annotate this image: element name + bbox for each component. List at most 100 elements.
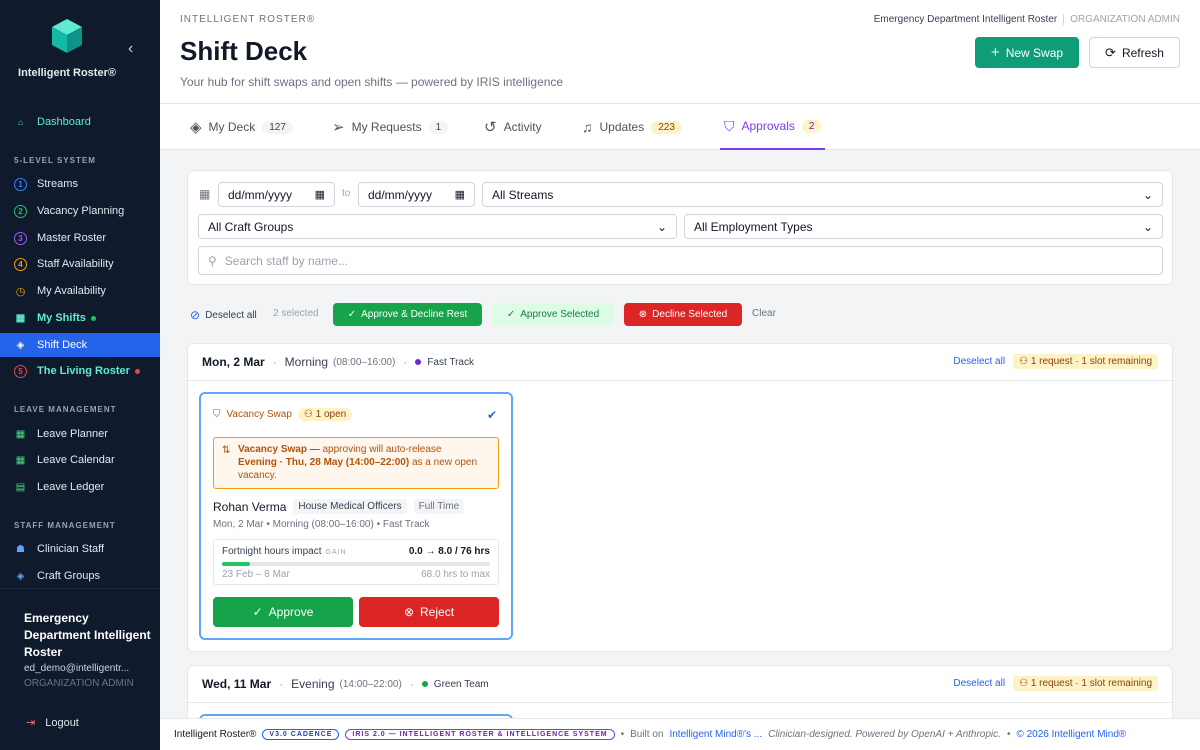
level-5-icon: 5 xyxy=(14,364,27,378)
filter-panel: ▦ dd/mm/yyyy ▦ to dd/mm/yyyy ▦ All Strea… xyxy=(187,170,1173,285)
x-circle-icon: ⊗ xyxy=(403,605,415,619)
chevron-down-icon: ⌄ xyxy=(1142,219,1153,234)
sidebar-item-label: Dashboard xyxy=(37,116,91,128)
separator: • xyxy=(1006,729,1011,740)
tab-activity[interactable]: ↺ Activity xyxy=(484,104,542,150)
tab-approvals[interactable]: ⛉ Approvals 2 xyxy=(720,104,826,150)
approve-button[interactable]: ✓ Approve xyxy=(213,597,353,627)
hours-progress-fill xyxy=(222,562,251,566)
group-deselect-all-link[interactable]: Deselect all xyxy=(953,356,1005,367)
calendar-icon: ▦ xyxy=(15,454,26,466)
bell-icon: ♫ xyxy=(582,119,593,135)
shift-group: Wed, 11 Mar · Evening (14:00–22:00) · Gr… xyxy=(187,665,1173,725)
sidebar-item-label: The Living Roster xyxy=(37,365,130,377)
tab-updates[interactable]: ♫ Updates 223 xyxy=(582,104,682,150)
user-name: Emergency Department Intelligent Roster xyxy=(24,611,151,659)
chevron-left-icon[interactable]: ‹ xyxy=(128,40,133,58)
separator: · xyxy=(279,677,284,691)
sidebar-item-shift-deck[interactable]: ◈ Shift Deck xyxy=(0,333,160,357)
tab-my-deck[interactable]: ◈ My Deck 127 xyxy=(190,104,293,150)
calendar-icon: ▦ xyxy=(314,189,325,201)
section-heading-staff: STAFF MANAGEMENT xyxy=(14,521,116,530)
staff-row: Rohan Verma House Medical Officers Full … xyxy=(213,499,465,514)
craft-group-select[interactable]: All Craft Groups ⌄ xyxy=(198,214,677,239)
send-icon: ➢ xyxy=(332,119,345,136)
layers-icon: ◈ xyxy=(16,339,25,351)
craft-select-value: All Craft Groups xyxy=(208,219,294,234)
sidebar-item-streams[interactable]: 1 Streams xyxy=(0,172,160,196)
check-circle-icon: ✓ xyxy=(347,309,357,320)
open-badge: ⚇ 1 open xyxy=(297,408,353,421)
sidebar-item-label: My Availability xyxy=(37,285,106,297)
approve-selected-button[interactable]: ✓ Approve Selected xyxy=(492,303,614,326)
card-type: Vacancy Swap xyxy=(226,409,292,420)
sidebar-item-my-shifts[interactable]: ▦ My Shifts xyxy=(0,306,160,330)
shift-meta: Mon, 2 Mar • Morning (08:00–16:00) • Fas… xyxy=(213,519,430,530)
refresh-button[interactable]: ⟳ Refresh xyxy=(1089,37,1180,68)
shift-group-header: Wed, 11 Mar · Evening (14:00–22:00) · Gr… xyxy=(188,666,1172,703)
section-heading-leave: LEAVE MANAGEMENT xyxy=(14,405,117,414)
org-role: ORGANIZATION ADMIN xyxy=(1063,14,1180,25)
approve-selected-label: Approve Selected xyxy=(520,309,600,320)
divider xyxy=(0,588,160,589)
staff-search-input[interactable]: ⚲ Search staff by name... xyxy=(198,246,1163,275)
deselect-all-button[interactable]: ⊘ Deselect all xyxy=(190,308,257,322)
intelligent-mind-link[interactable]: Intelligent Mind®'s ... xyxy=(669,729,762,740)
hours-progress-bar xyxy=(222,562,490,566)
shift-group: Mon, 2 Mar · Morning (08:00–16:00) · Fas… xyxy=(187,343,1173,652)
employment-select-value: All Employment Types xyxy=(694,219,813,234)
stream-select[interactable]: All Streams ⌄ xyxy=(482,182,1163,207)
sidebar-item-label: Leave Planner xyxy=(37,428,108,440)
group-meta: Deselect all ⚇ 1 request · 1 slot remain… xyxy=(953,354,1158,369)
staff-name: Rohan Verma xyxy=(213,499,287,514)
sidebar-item-my-availability[interactable]: ◷ My Availability xyxy=(0,279,160,303)
sidebar-item-living-roster[interactable]: 5 The Living Roster xyxy=(0,359,160,383)
check-circle-icon: ✓ xyxy=(252,605,263,619)
copyright-link[interactable]: © 2026 Intelligent Mind® xyxy=(1016,729,1126,740)
team-dot xyxy=(415,359,422,365)
approval-card[interactable]: ⛉ Vacancy Swap ⚇ 1 open ✔ ⇅ Vacancy Swap… xyxy=(199,392,513,640)
shift-date: Wed, 11 Mar xyxy=(202,677,272,691)
app-logo-icon xyxy=(52,19,82,53)
plus-icon: + xyxy=(990,44,1000,61)
employment-type-select[interactable]: All Employment Types ⌄ xyxy=(684,214,1163,239)
new-swap-button[interactable]: + New Swap xyxy=(975,37,1079,68)
clear-button[interactable]: Clear xyxy=(752,308,776,319)
sidebar-item-dashboard[interactable]: ⌂ Dashboard xyxy=(0,110,160,134)
search-icon: ⚲ xyxy=(208,253,217,268)
select-checkbox-icon[interactable]: ✔ xyxy=(487,408,497,422)
date-from-value: dd/mm/yyyy xyxy=(228,187,293,202)
tab-label: Activity xyxy=(503,120,542,134)
impact-value: 0.0 → 8.0 / 76 hrs xyxy=(408,546,490,557)
impact-tag: GAIN xyxy=(325,549,347,556)
impact-to-max: 68.0 hrs to max xyxy=(421,569,490,580)
separator: · xyxy=(409,677,414,691)
sidebar-item-leave-planner[interactable]: ▦ Leave Planner xyxy=(0,422,160,446)
impact-period: 23 Feb – 8 Mar xyxy=(222,569,290,580)
approve-decline-rest-button[interactable]: ✓ Approve & Decline Rest xyxy=(333,303,482,326)
sidebar-item-leave-ledger[interactable]: ▤ Leave Ledger xyxy=(0,475,160,499)
logout-button[interactable]: ⇥ Logout xyxy=(26,716,79,730)
group-deselect-all-link[interactable]: Deselect all xyxy=(953,678,1005,689)
sidebar-item-master-roster[interactable]: 3 Master Roster xyxy=(0,226,160,250)
notice-shift: Evening · Thu, 28 May (14:00–22:00) xyxy=(238,457,410,468)
footer: Intelligent Roster® V3.0 CADENCE IRIS 2.… xyxy=(160,718,1200,750)
date-from-input[interactable]: dd/mm/yyyy ▦ xyxy=(218,182,335,207)
sidebar-item-vacancy-planning[interactable]: 2 Vacancy Planning xyxy=(0,199,160,223)
date-to-input[interactable]: dd/mm/yyyy ▦ xyxy=(358,182,475,207)
decline-selected-button[interactable]: ⊗ Decline Selected xyxy=(624,303,742,326)
level-1-icon: 1 xyxy=(14,177,27,191)
sidebar-item-label: Shift Deck xyxy=(37,339,88,351)
sidebar-item-staff-availability[interactable]: 4 Staff Availability xyxy=(0,252,160,276)
sidebar-item-craft-groups[interactable]: ◈ Craft Groups xyxy=(0,564,160,588)
tab-my-requests[interactable]: ➢ My Requests 1 xyxy=(332,104,449,150)
sidebar-item-clinician-staff[interactable]: ☗ Clinician Staff xyxy=(0,537,160,561)
sidebar-item-leave-calendar[interactable]: ▦ Leave Calendar xyxy=(0,448,160,472)
user-email: ed_demo@intelligentr... xyxy=(24,663,130,674)
request-status-text: 1 request · 1 slot remaining xyxy=(1030,356,1152,367)
selected-count: 2 selected xyxy=(273,308,319,319)
request-status-text: 1 request · 1 slot remaining xyxy=(1030,678,1152,689)
reject-button[interactable]: ⊗ Reject xyxy=(359,597,499,627)
shift-date: Mon, 2 Mar xyxy=(202,355,265,369)
users-icon: ☗ xyxy=(16,543,25,555)
